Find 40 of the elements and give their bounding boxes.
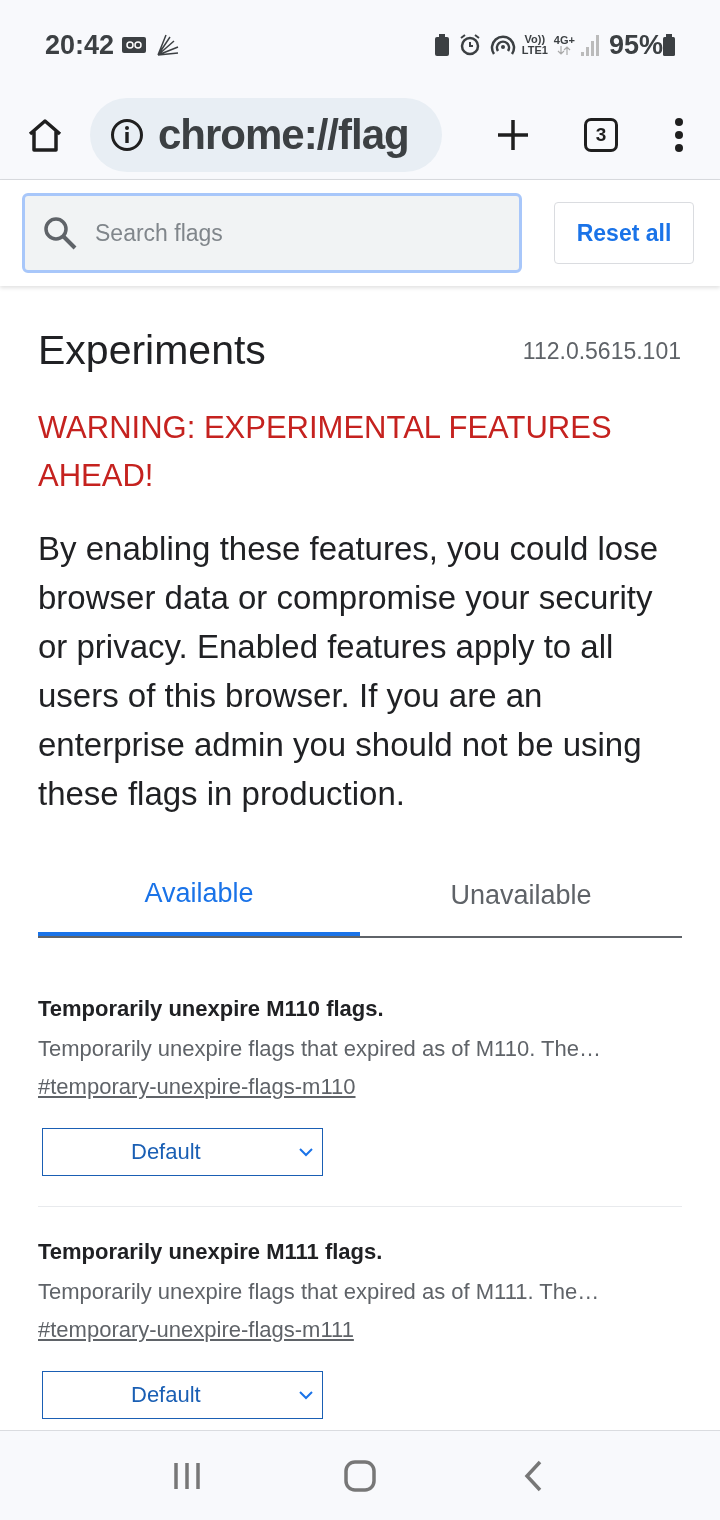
flag-select[interactable]: Default <box>42 1370 323 1419</box>
warning-text: WARNING: EXPERIMENTAL FEATURES AHEAD! <box>38 408 613 495</box>
address-bar[interactable]: chrome://flag <box>90 97 442 172</box>
battery-percent: 95% <box>608 28 663 62</box>
plus-icon <box>496 118 529 151</box>
search-field[interactable]: Search flags <box>22 193 522 273</box>
data-arrows-icon <box>557 46 572 55</box>
fan-icon <box>154 33 181 57</box>
flag-title: Temporarily unexpire M111 flags. <box>38 1237 384 1266</box>
battery-icon <box>663 34 675 56</box>
version-text: 112.0.5615.101 <box>522 336 681 366</box>
network-label: 4G+ <box>553 35 575 46</box>
flag-link[interactable]: #temporary-unexpire-flags-m110 <box>38 1071 356 1102</box>
recent-apps-icon <box>172 1462 201 1489</box>
home-nav-icon <box>344 1459 376 1492</box>
search-icon <box>42 215 78 251</box>
chevron-down-icon <box>298 1146 314 1157</box>
tab[interactable]: Available <box>38 855 360 936</box>
battery-saver-icon <box>433 34 450 56</box>
more-vert-icon <box>674 117 685 152</box>
flag-link[interactable]: #temporary-unexpire-flags-m111 <box>38 1314 354 1345</box>
reset-all-button[interactable]: Reset all <box>554 202 694 264</box>
flag-select[interactable]: Default <box>42 1127 323 1176</box>
url-text: chrome://flag <box>158 110 409 160</box>
tab[interactable]: Unavailable <box>360 855 682 936</box>
flag-title: Temporarily unexpire M110 flags. <box>38 994 385 1023</box>
volte-label: Vo)) <box>524 34 546 45</box>
info-icon <box>110 117 144 152</box>
signal-icon <box>580 34 601 56</box>
description-text: By enabling these features, you could lose browser data or compromise your security or privacy. Enabled features apply to all users of this browser. If you are an enterprise admin you should not be using these flags in production. <box>38 528 660 814</box>
flag-description: Temporarily unexpire flags that expired as of M111. The… <box>38 1277 601 1306</box>
flag-description: Temporarily unexpire flags that expired as of M110. The… <box>38 1034 602 1063</box>
chevron-down-icon <box>298 1389 314 1400</box>
back-icon <box>523 1459 544 1492</box>
page-title: Experiments <box>38 326 266 375</box>
status-time: 20:42 <box>45 28 115 62</box>
home-icon <box>27 117 63 152</box>
tab-switcher-button[interactable]: 3 <box>584 117 618 152</box>
hotspot-icon <box>489 34 516 56</box>
lte-label: LTE1 <box>521 45 548 56</box>
